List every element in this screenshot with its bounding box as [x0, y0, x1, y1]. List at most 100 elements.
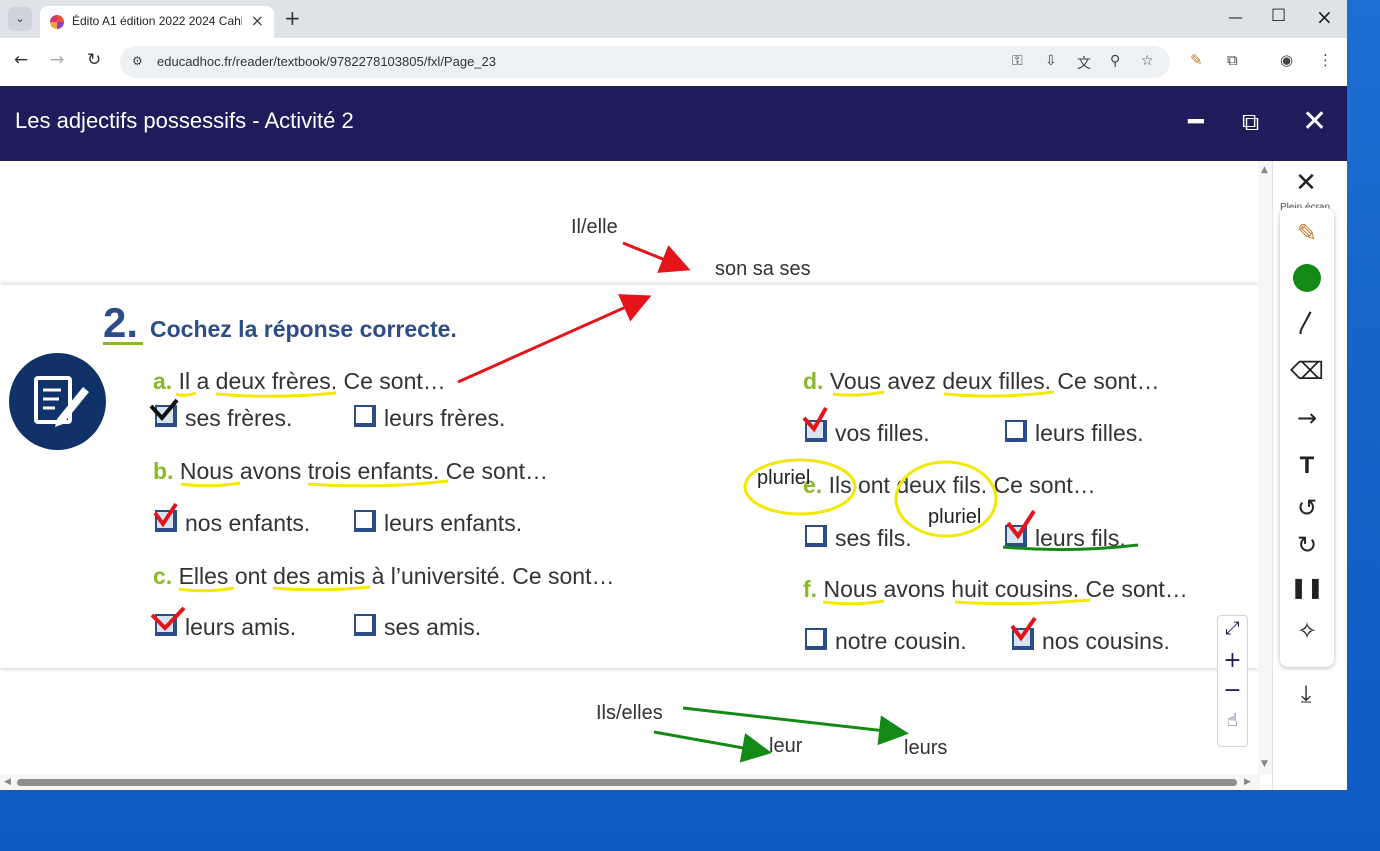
question-c: c. Elles ont des amis à l’université. Ce…: [153, 563, 615, 589]
color-swatch-icon[interactable]: [1280, 263, 1334, 300]
window-maximize-icon[interactable]: ☐: [1271, 6, 1286, 26]
checkbox-icon[interactable]: [805, 420, 827, 442]
browser-window: ⌄ Édito A1 édition 2022 2024 Cahier × + …: [0, 0, 1347, 790]
minimize-icon[interactable]: ━: [1188, 104, 1204, 140]
password-key-icon[interactable]: ⚿: [1012, 53, 1023, 69]
checkbox-icon[interactable]: [805, 628, 827, 650]
exercise-number-underline: [103, 342, 143, 345]
zoom-in-icon[interactable]: +: [1218, 648, 1247, 673]
close-tools-icon[interactable]: ✕: [1283, 168, 1329, 198]
app-header: Les adjectifs possessifs - Activité 2 ━ …: [0, 86, 1347, 161]
option-e1[interactable]: ses fils.: [805, 525, 912, 552]
question-a: a. Il a deux frères. Ce sont…: [153, 368, 446, 394]
checkbox-icon[interactable]: [354, 614, 376, 636]
redo-icon[interactable]: ↻: [1280, 530, 1334, 560]
annotation-text: leurs: [904, 737, 948, 759]
red-arrow-mark: [622, 241, 691, 273]
url-text[interactable]: educadhoc.fr/reader/textbook/97822781038…: [157, 54, 496, 69]
question-e: e. Ils ont deux fils. Ce sont…: [803, 472, 1096, 498]
zoom-out-icon[interactable]: −: [1218, 678, 1247, 703]
install-app-icon[interactable]: ⇩: [1045, 53, 1057, 69]
vertical-scrollbar[interactable]: ▲ ▼: [1258, 161, 1272, 774]
checkbox-icon[interactable]: [354, 510, 376, 532]
forward-arrow-icon[interactable]: →: [50, 50, 64, 70]
exercise-badge-icon: [9, 353, 106, 450]
pencil-icon[interactable]: ✎: [1280, 218, 1334, 248]
tab-strip: ⌄ Édito A1 édition 2022 2024 Cahier × + …: [0, 0, 1347, 38]
browser-tab-active[interactable]: Édito A1 édition 2022 2024 Cahier ×: [40, 6, 274, 38]
scroll-down-icon[interactable]: ▼: [1261, 759, 1268, 769]
tab-close-icon[interactable]: ×: [251, 11, 264, 30]
option-e2[interactable]: leurs fils.: [1005, 525, 1126, 552]
eraser-icon[interactable]: ⌫: [1280, 356, 1334, 386]
tool-card: ✎ 〳 ⌫ → T ↺ ↻ ❚❚ ✧: [1280, 208, 1334, 667]
option-c1[interactable]: leurs amis.: [155, 614, 296, 641]
green-arrow-mark: [682, 706, 909, 746]
green-arrow-mark: [653, 730, 772, 763]
question-f: f. Nous avons huit cousins. Ce sont…: [803, 576, 1188, 602]
question-b: b. Nous avons trois enfants. Ce sont…: [153, 458, 549, 484]
annotation-text: Il/elle: [571, 216, 618, 238]
checkbox-icon[interactable]: [155, 510, 177, 532]
profile-avatar-icon[interactable]: ◉: [1280, 51, 1293, 69]
site-info-icon[interactable]: ⚙: [132, 54, 143, 68]
pan-hand-icon[interactable]: ☝: [1218, 710, 1247, 731]
option-a1[interactable]: ses frères.: [155, 405, 292, 432]
scroll-right-icon[interactable]: ▶: [1244, 777, 1251, 787]
checkbox-icon[interactable]: [155, 614, 177, 636]
annotation-tool-panel: Plein écran ✕ ✎ 〳 ⌫ → T ↺ ↻ ❚❚ ✧ ⤓: [1272, 161, 1347, 790]
question-d: d. Vous avez deux filles. Ce sont…: [803, 368, 1160, 394]
checkbox-icon[interactable]: [155, 405, 177, 427]
checkbox-icon[interactable]: [1005, 420, 1027, 442]
tab-search-chevron-icon[interactable]: ⌄: [8, 7, 32, 31]
fit-page-icon[interactable]: ⤢: [1218, 618, 1247, 639]
download-icon[interactable]: ⤓: [1283, 679, 1329, 709]
reload-icon[interactable]: ↻: [87, 50, 101, 70]
option-c2[interactable]: ses amis.: [354, 614, 481, 641]
exercise-number: 2.: [103, 299, 139, 346]
extensions-puzzle-icon[interactable]: ⧉: [1227, 51, 1238, 69]
zoom-icon[interactable]: ⚲: [1110, 53, 1120, 69]
checkbox-icon[interactable]: [1012, 628, 1034, 650]
tab-title: Édito A1 édition 2022 2024 Cahier: [72, 14, 242, 28]
undo-icon[interactable]: ↺: [1280, 493, 1334, 523]
horizontal-scroll-thumb[interactable]: [17, 779, 1237, 786]
window-minimize-icon[interactable]: —: [1228, 8, 1243, 26]
checkbox-icon[interactable]: [805, 525, 827, 547]
option-a2[interactable]: leurs frères.: [354, 405, 505, 432]
option-d2[interactable]: leurs filles.: [1005, 420, 1144, 447]
restore-window-icon[interactable]: ⧉: [1242, 104, 1259, 140]
address-bar[interactable]: ⚙ educadhoc.fr/reader/textbook/978227810…: [120, 46, 1170, 78]
annotation-text: Ils/elles: [596, 702, 663, 724]
clear-broom-icon[interactable]: ✧: [1280, 616, 1334, 646]
annotation-pluriel-2: pluriel: [928, 506, 982, 528]
window-close-icon[interactable]: ×: [1316, 5, 1333, 29]
browser-toolbar: ← → ↻ ⚙ educadhoc.fr/reader/textbook/978…: [0, 38, 1347, 87]
bookmark-star-icon[interactable]: ☆: [1141, 53, 1154, 69]
option-b2[interactable]: leurs enfants.: [354, 510, 522, 537]
site-favicon-icon: [50, 15, 64, 29]
checkbox-icon[interactable]: [1005, 525, 1027, 547]
option-b1[interactable]: nos enfants.: [155, 510, 310, 537]
zoom-controls: ⤢ + − ☝: [1217, 615, 1248, 747]
checkbox-icon[interactable]: [354, 405, 376, 427]
option-d1[interactable]: vos filles.: [805, 420, 930, 447]
new-tab-plus-icon[interactable]: +: [284, 6, 301, 30]
stroke-style-icon[interactable]: 〳: [1280, 308, 1334, 338]
translate-icon[interactable]: 文: [1077, 53, 1091, 73]
annotation-text: leur: [769, 735, 803, 757]
scroll-up-icon[interactable]: ▲: [1261, 165, 1268, 175]
extension-pencil-icon[interactable]: ✎: [1190, 51, 1203, 69]
scroll-left-icon[interactable]: ◀: [4, 777, 11, 787]
option-f1[interactable]: notre cousin.: [805, 628, 967, 655]
close-icon[interactable]: ✕: [1302, 104, 1327, 140]
option-f2[interactable]: nos cousins.: [1012, 628, 1170, 655]
arrow-tool-icon[interactable]: →: [1280, 403, 1334, 433]
browser-menu-icon[interactable]: ⋮: [1318, 51, 1333, 69]
exercise-title: Cochez la réponse correcte.: [150, 316, 457, 342]
annotation-text: son sa ses: [715, 258, 811, 280]
horizontal-scrollbar[interactable]: ◀ ▶: [0, 774, 1260, 790]
pause-icon[interactable]: ❚❚: [1280, 572, 1334, 602]
text-tool-icon[interactable]: T: [1280, 451, 1334, 481]
back-arrow-icon[interactable]: ←: [14, 50, 28, 70]
